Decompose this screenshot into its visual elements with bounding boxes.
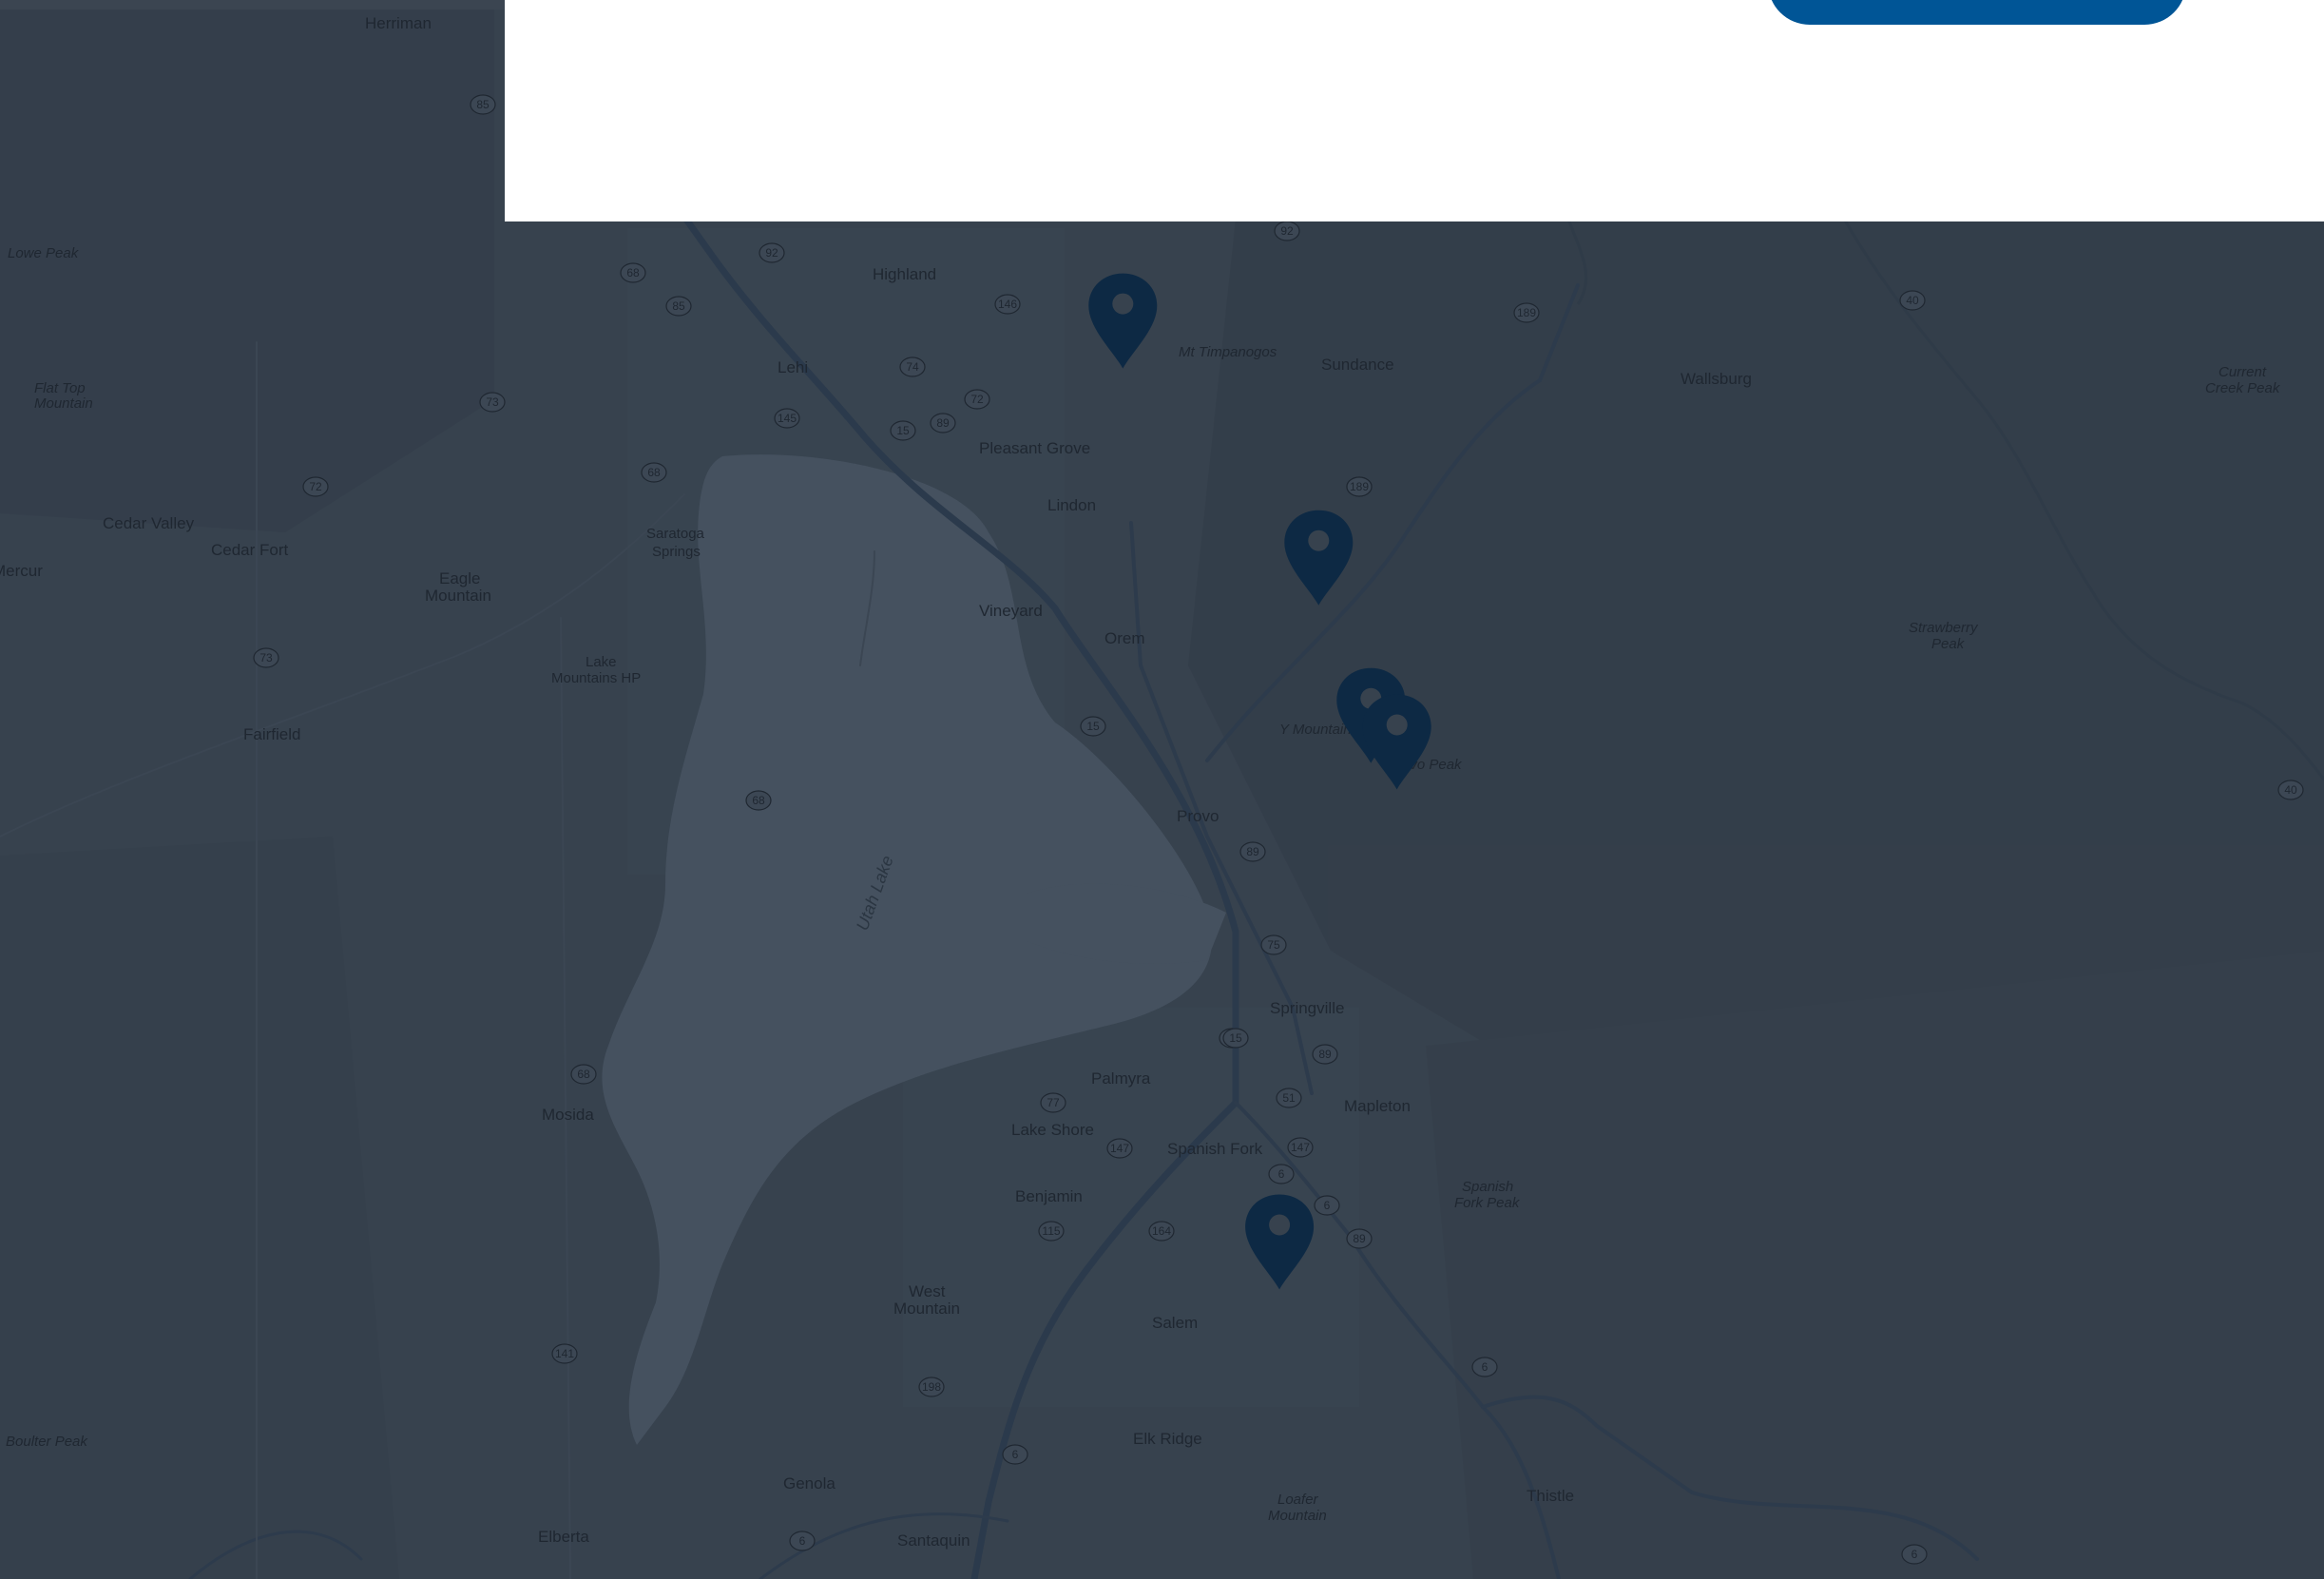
label-cedar-valley: Cedar Valley xyxy=(103,514,195,532)
highway-shield-number: 92 xyxy=(1280,224,1294,238)
highway-shield-number: 85 xyxy=(476,98,490,111)
label-benjamin: Benjamin xyxy=(1015,1187,1083,1205)
label-pleasant-grove: Pleasant Grove xyxy=(979,439,1090,457)
label-genola: Genola xyxy=(783,1474,835,1492)
highway-shield-number: 89 xyxy=(936,416,950,430)
label-provo: Provo xyxy=(1177,807,1219,825)
label-highland: Highland xyxy=(873,265,936,283)
highway-shield-number: 6 xyxy=(1482,1360,1489,1374)
label-flat-top: Flat Top xyxy=(34,380,86,396)
highway-shield-number: 146 xyxy=(998,298,1017,311)
highway-shield-number: 6 xyxy=(1278,1167,1285,1181)
label-y-mountain: Y Mountain xyxy=(1279,722,1352,738)
highway-shield-number: 147 xyxy=(1110,1142,1129,1155)
label-strawberry-2: Peak xyxy=(1931,636,1966,652)
label-saratoga-2: Springs xyxy=(652,544,701,560)
label-orem: Orem xyxy=(1104,629,1145,647)
label-salem: Salem xyxy=(1152,1314,1198,1332)
highway-shield-number: 89 xyxy=(1246,845,1259,858)
label-lindon: Lindon xyxy=(1047,496,1096,514)
highway-shield-number: 89 xyxy=(1318,1048,1332,1061)
label-west-mountain-2: Mountain xyxy=(893,1300,960,1318)
highway-shield-number: 40 xyxy=(2284,783,2297,797)
label-lake-shore: Lake Shore xyxy=(1011,1121,1094,1139)
highway-shield-number: 40 xyxy=(1906,294,1919,307)
label-spanish-fork-peak: Spanish xyxy=(1462,1179,1513,1195)
highway-shield-number: 73 xyxy=(486,395,499,409)
label-lehi: Lehi xyxy=(778,358,808,376)
highway-shield-number: 145 xyxy=(778,412,797,425)
highway-shield-number: 6 xyxy=(1012,1448,1019,1461)
label-fairfield: Fairfield xyxy=(243,725,300,743)
label-cedar-fort: Cedar Fort xyxy=(211,541,289,559)
label-current-creek-2: Creek Peak xyxy=(2205,380,2281,396)
label-santaquin: Santaquin xyxy=(897,1531,970,1550)
label-west-mountain: West xyxy=(909,1282,946,1300)
label-wallsburg: Wallsburg xyxy=(1681,370,1752,388)
highway-shield-number: 72 xyxy=(970,393,984,406)
highway-shield-number: 92 xyxy=(765,246,778,260)
label-spanish-fork-peak-2: Fork Peak xyxy=(1454,1195,1521,1211)
highway-shield-number: 6 xyxy=(1324,1199,1331,1212)
label-mercur: Mercur xyxy=(0,562,43,580)
label-saratoga: Saratoga xyxy=(646,526,705,542)
label-flat-top-2: Mountain xyxy=(34,395,93,412)
highway-shield-number: 15 xyxy=(896,424,910,437)
highway-shield-number: 77 xyxy=(1047,1096,1060,1109)
highway-shield-number: 141 xyxy=(555,1347,574,1360)
top-strip xyxy=(0,0,505,10)
highway-shield-number: 85 xyxy=(672,299,685,313)
highway-shield-number: 72 xyxy=(309,480,322,493)
label-vineyard: Vineyard xyxy=(979,602,1043,620)
info-panel xyxy=(505,0,2324,221)
label-eagle-2: Mountain xyxy=(425,587,491,605)
highway-shield-number: 15 xyxy=(1229,1031,1242,1045)
highway-shield-number: 68 xyxy=(577,1068,590,1081)
label-lake-mountains: Lake xyxy=(586,654,617,670)
highway-shield-number: 189 xyxy=(1350,480,1369,493)
highway-shield-number: 189 xyxy=(1517,306,1536,319)
map-canvas[interactable]: 8592926885721457414689157372681894018918… xyxy=(0,0,2324,1579)
label-mapleton: Mapleton xyxy=(1344,1097,1411,1115)
highway-shield-number: 15 xyxy=(1086,720,1100,733)
label-loafer-2: Mountain xyxy=(1268,1508,1327,1524)
label-sundance: Sundance xyxy=(1321,356,1394,374)
highway-shield-number: 74 xyxy=(906,360,919,374)
label-boulter-peak: Boulter Peak xyxy=(6,1434,88,1450)
label-herriman: Herriman xyxy=(365,14,432,32)
label-mosida: Mosida xyxy=(542,1106,594,1124)
highway-shield-number: 198 xyxy=(922,1380,941,1394)
highway-shield-number: 68 xyxy=(647,466,661,479)
primary-button[interactable] xyxy=(1768,0,2186,25)
label-palmyra: Palmyra xyxy=(1091,1069,1151,1088)
highway-shield-number: 89 xyxy=(1353,1232,1366,1245)
label-eagle: Eagle xyxy=(439,569,480,587)
highway-shield-number: 6 xyxy=(799,1534,806,1548)
label-springville: Springville xyxy=(1270,999,1344,1017)
label-current-creek: Current xyxy=(2218,364,2267,380)
highway-shield-number: 115 xyxy=(1042,1224,1060,1238)
highway-shield-number: 6 xyxy=(1911,1548,1918,1561)
label-elberta: Elberta xyxy=(538,1528,589,1546)
label-elk-ridge: Elk Ridge xyxy=(1133,1430,1202,1448)
label-strawberry: Strawberry xyxy=(1909,620,1979,636)
label-thistle: Thistle xyxy=(1527,1487,1574,1505)
highway-shield-number: 73 xyxy=(259,651,273,664)
label-spanish-fork: Spanish Fork xyxy=(1167,1140,1263,1158)
highway-shield-number: 164 xyxy=(1152,1224,1171,1238)
label-lake-mountains-2: Mountains HP xyxy=(551,670,641,686)
highway-shield-number: 68 xyxy=(752,794,765,807)
highway-shield-number: 75 xyxy=(1267,938,1280,952)
label-mt-timpanogos: Mt Timpanogos xyxy=(1179,344,1277,360)
highway-shield-number: 51 xyxy=(1282,1091,1296,1105)
highway-shield-number: 147 xyxy=(1291,1141,1310,1154)
label-loafer: Loafer xyxy=(1277,1492,1319,1508)
highway-shield-number: 68 xyxy=(626,266,640,279)
label-lowe-peak: Lowe Peak xyxy=(8,245,80,261)
